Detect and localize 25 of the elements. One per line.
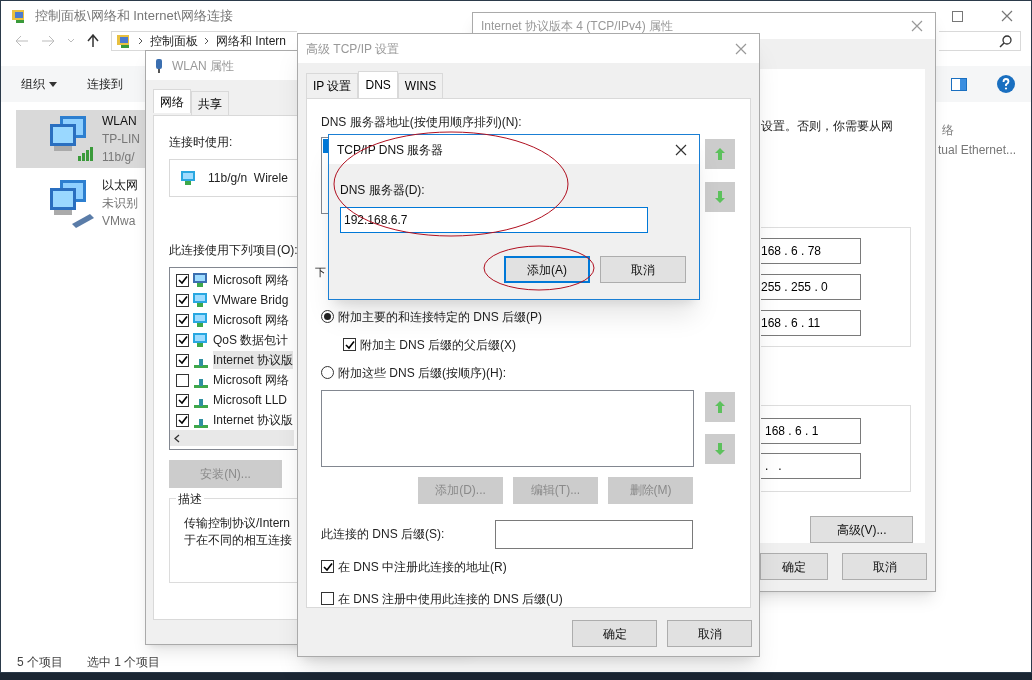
connection-name: WLAN (102, 113, 138, 130)
window-title: 控制面板\网络和 Internet\网络连接 (35, 7, 233, 26)
instruction-text: 设置。否则，你需要从网 (761, 118, 894, 136)
connection-name: 络 (941, 122, 955, 139)
description-text: 传输控制协议/Intern (184, 515, 291, 532)
connect-using-label: 连接时使用: (169, 134, 233, 151)
description-text: 于在不同的相互连接 (184, 532, 292, 549)
item-count: 5 个项目 (17, 654, 63, 671)
suffix-label: 此连接的 DNS 后缀(S): (321, 526, 445, 543)
connection-adapter: 11b/g/ (102, 149, 136, 166)
selection-count: 选中 1 个项目 (87, 654, 161, 671)
connection-adapter: tual Ethernet... (937, 142, 1017, 159)
connection-name: 以太网 (102, 177, 138, 194)
field-label: 下 (315, 265, 326, 280)
connection-device: TP-LIN (102, 131, 140, 148)
window-title: WLAN 属性 (172, 57, 234, 75)
connection-adapter: VMwa (102, 213, 137, 230)
group-title: 描述 (176, 490, 204, 508)
window-title: 高级 TCP/IP 设置 (306, 40, 400, 58)
connection-device: 未识别 (102, 195, 138, 212)
window-title: Internet 协议版本 4 (TCP/IPv4) 属性 (481, 18, 674, 36)
dns-servers-label: DNS 服务器地址(按使用顺序排列)(N): (321, 114, 523, 131)
adapter-name: 11b/g/n Wirele (208, 170, 288, 187)
dns-server-label: DNS 服务器(D): (340, 182, 426, 199)
items-label: 此连接使用下列项目(O): (169, 242, 298, 259)
